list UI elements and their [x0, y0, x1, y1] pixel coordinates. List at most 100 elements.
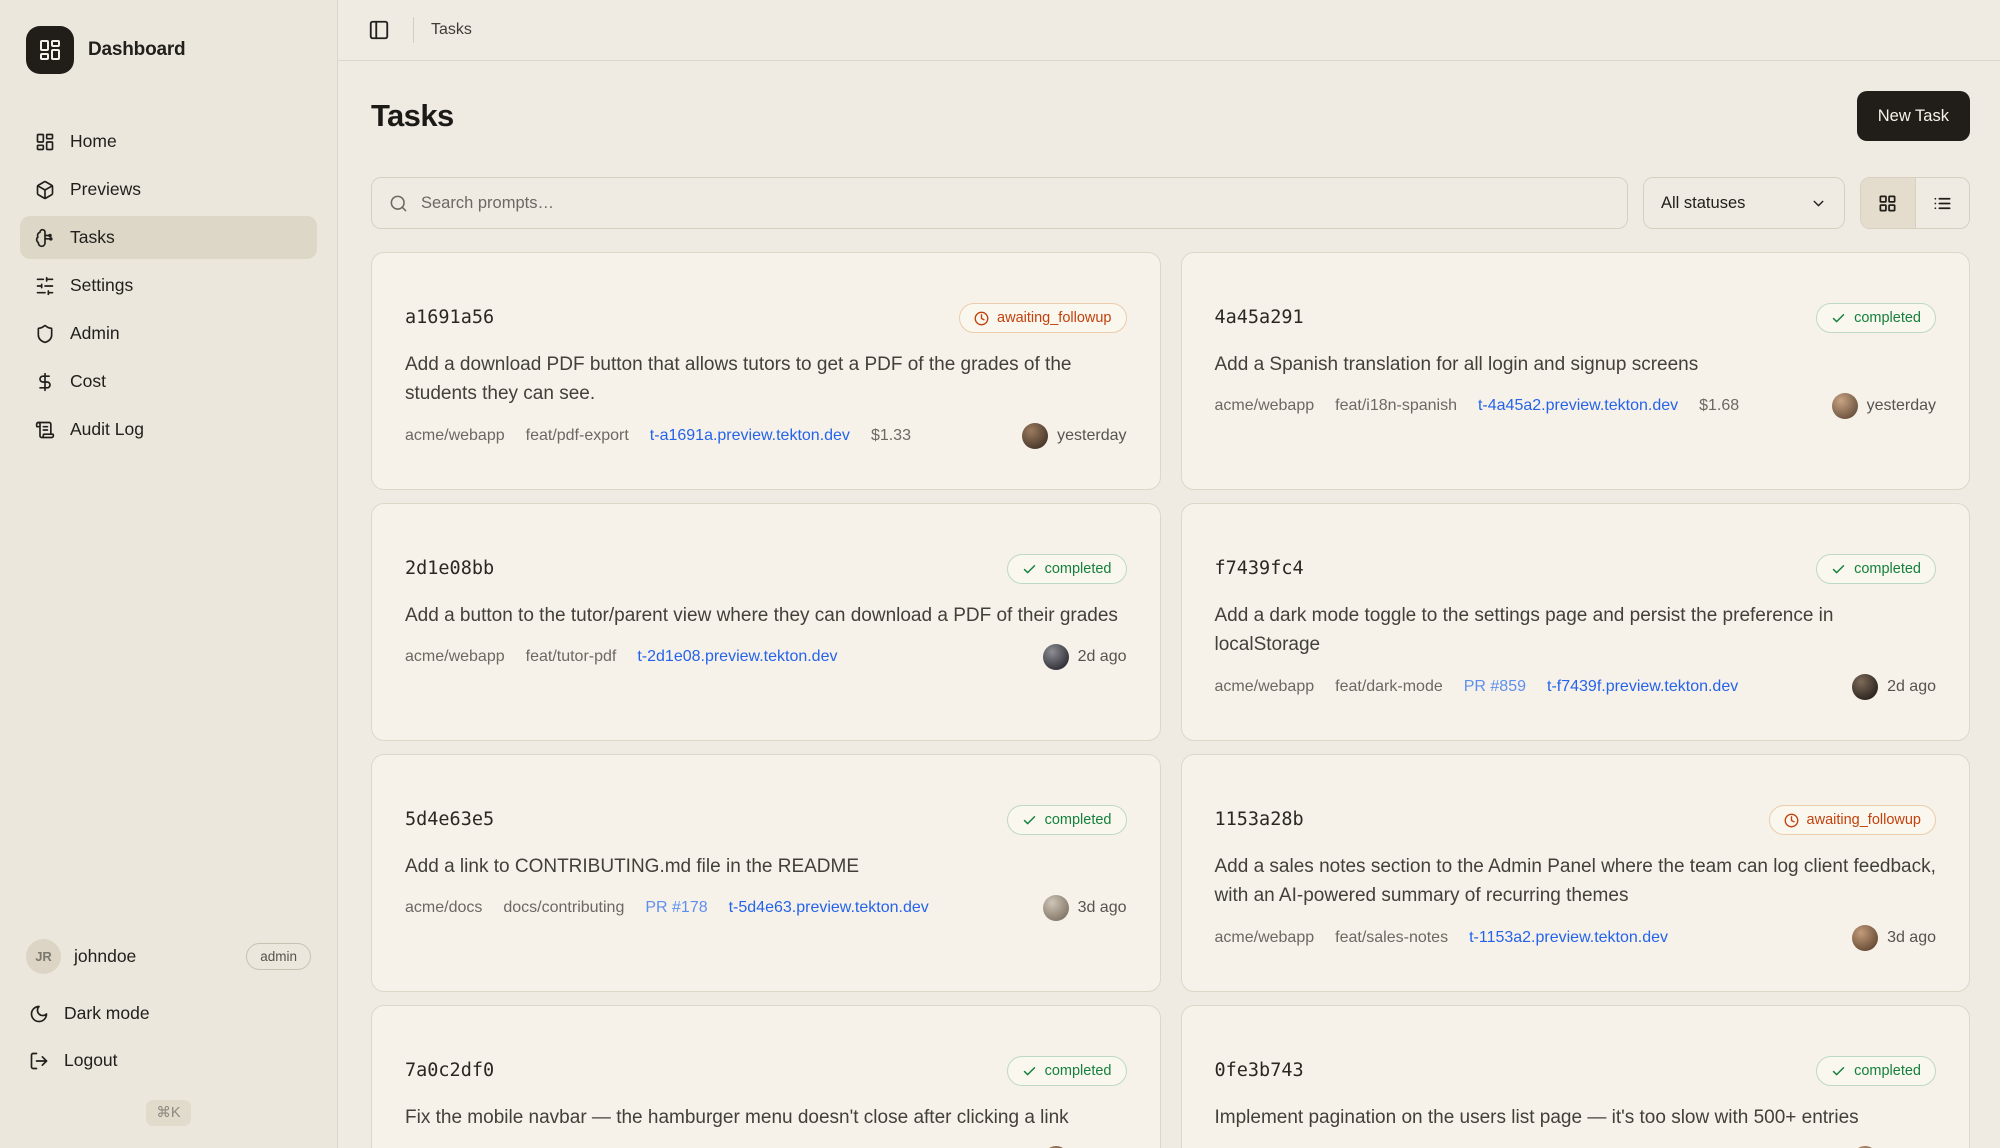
status-filter-select[interactable]: All statuses	[1643, 177, 1845, 229]
task-id: 1153a28b	[1215, 809, 1304, 830]
task-card[interactable]: 1153a28b awaiting_followup Add a sales n…	[1181, 754, 1971, 992]
brand-name: Dashboard	[88, 39, 185, 61]
check-icon	[1831, 311, 1846, 326]
task-description: Add a Spanish translation for all login …	[1215, 350, 1937, 379]
task-id: 5d4e63e5	[405, 809, 494, 830]
list-view-button[interactable]	[1915, 178, 1970, 228]
brand: Dashboard	[20, 26, 317, 74]
clock-icon	[1784, 813, 1799, 828]
sidebar-item-label: Admin	[70, 323, 120, 344]
pr-link[interactable]: PR #859	[1464, 678, 1526, 696]
task-description: Implement pagination on the users list p…	[1215, 1103, 1937, 1132]
logout-button[interactable]: Logout	[20, 1039, 317, 1082]
task-card[interactable]: 5d4e63e5 completed Add a link to CONTRIB…	[371, 754, 1161, 992]
avatar	[1043, 644, 1069, 670]
task-cost: $1.33	[871, 427, 911, 445]
check-icon	[1022, 1064, 1037, 1079]
pr-link[interactable]: PR #178	[645, 899, 707, 917]
status-badge: completed	[1007, 554, 1127, 584]
brain-circuit-icon	[35, 228, 55, 248]
status-badge: awaiting_followup	[959, 303, 1126, 333]
task-id: 0fe3b743	[1215, 1060, 1304, 1081]
grid-view-icon	[1878, 194, 1897, 213]
logout-label: Logout	[64, 1050, 118, 1071]
status-label: completed	[1045, 561, 1112, 577]
repo-name: acme/webapp	[1215, 397, 1315, 415]
task-card-header: 2d1e08bb completed	[405, 558, 1127, 584]
sidebar-toggle-button[interactable]	[362, 13, 396, 47]
task-card[interactable]: 2d1e08bb completed Add a button to the t…	[371, 503, 1161, 741]
preview-link[interactable]: t-f7439f.preview.tekton.dev	[1547, 678, 1738, 696]
task-card[interactable]: f7439fc4 completed Add a dark mode toggl…	[1181, 503, 1971, 741]
task-description: Add a button to the tutor/parent view wh…	[405, 601, 1127, 630]
panel-left-icon	[368, 19, 390, 41]
task-id: 2d1e08bb	[405, 558, 494, 579]
status-label: completed	[1854, 310, 1921, 326]
repo-name: acme/webapp	[1215, 929, 1315, 947]
preview-link[interactable]: t-5d4e63.preview.tekton.dev	[729, 899, 929, 917]
task-description: Add a sales notes section to the Admin P…	[1215, 852, 1937, 911]
task-card[interactable]: 0fe3b743 completed Implement pagination …	[1181, 1005, 1971, 1148]
content: Tasks New Task All statuses	[338, 61, 2000, 1148]
repo-name: acme/webapp	[405, 427, 505, 445]
sidebar-item-tasks[interactable]: Tasks	[20, 216, 317, 259]
status-badge: completed	[1007, 805, 1127, 835]
task-card-header: 0fe3b743 completed	[1215, 1060, 1937, 1086]
status-label: completed	[1854, 561, 1921, 577]
dark-mode-toggle[interactable]: Dark mode	[20, 992, 317, 1035]
chevron-down-icon	[1810, 195, 1827, 212]
task-card[interactable]: 7a0c2df0 completed Fix the mobile navbar…	[371, 1005, 1161, 1148]
task-meta: acme/webapp feat/sales-notes t-1153a2.pr…	[1215, 925, 1937, 951]
status-badge: completed	[1007, 1056, 1127, 1086]
task-cost: $1.68	[1699, 397, 1739, 415]
preview-link[interactable]: t-4a45a2.preview.tekton.dev	[1478, 397, 1678, 415]
sliders-icon	[35, 276, 55, 296]
topbar: Tasks	[338, 0, 2000, 61]
task-card[interactable]: a1691a56 awaiting_followup Add a downloa…	[371, 252, 1161, 490]
user-row[interactable]: JR johndoe admin	[20, 931, 317, 988]
command-k-shortcut: ⌘K	[146, 1100, 190, 1126]
preview-link[interactable]: t-1153a2.preview.tekton.dev	[1469, 929, 1668, 947]
logout-icon	[29, 1051, 49, 1071]
sidebar: Dashboard Home Previews Tasks Settings A…	[0, 0, 338, 1148]
repo-name: acme/webapp	[1215, 678, 1315, 696]
sidebar-item-label: Audit Log	[70, 419, 144, 440]
view-toggle-group	[1860, 177, 1970, 229]
task-meta-right: yesterday	[1832, 393, 1936, 419]
task-id: 4a45a291	[1215, 307, 1304, 328]
grid-view-button[interactable]	[1861, 178, 1915, 228]
sidebar-item-admin[interactable]: Admin	[20, 312, 317, 355]
task-card-header: 5d4e63e5 completed	[405, 809, 1127, 835]
preview-link[interactable]: t-a1691a.preview.tekton.dev	[650, 427, 850, 445]
sidebar-item-previews[interactable]: Previews	[20, 168, 317, 211]
sidebar-item-settings[interactable]: Settings	[20, 264, 317, 307]
status-label: awaiting_followup	[1807, 812, 1921, 828]
dashboard-logo-icon	[38, 38, 62, 62]
task-card-header: 1153a28b awaiting_followup	[1215, 809, 1937, 835]
search-input[interactable]	[421, 194, 1610, 213]
sidebar-item-home[interactable]: Home	[20, 120, 317, 163]
dark-mode-label: Dark mode	[64, 1003, 150, 1024]
sidebar-item-cost[interactable]: Cost	[20, 360, 317, 403]
task-grid: a1691a56 awaiting_followup Add a downloa…	[371, 252, 1970, 1148]
sidebar-item-audit-log[interactable]: Audit Log	[20, 408, 317, 451]
search-icon	[389, 194, 408, 213]
task-meta-right: 2d ago	[1043, 644, 1127, 670]
branch-name: docs/contributing	[503, 899, 624, 917]
avatar	[1832, 393, 1858, 419]
moon-icon	[29, 1004, 49, 1024]
check-icon	[1022, 813, 1037, 828]
branch-name: feat/sales-notes	[1335, 929, 1448, 947]
task-meta-right: 2d ago	[1852, 674, 1936, 700]
new-task-button[interactable]: New Task	[1857, 91, 1970, 141]
sidebar-item-label: Tasks	[70, 227, 115, 248]
task-card[interactable]: 4a45a291 completed Add a Spanish transla…	[1181, 252, 1971, 490]
avatar	[1852, 674, 1878, 700]
task-time: yesterday	[1057, 427, 1126, 445]
sidebar-item-label: Settings	[70, 275, 133, 296]
preview-link[interactable]: t-2d1e08.preview.tekton.dev	[637, 648, 837, 666]
avatar	[1022, 423, 1048, 449]
status-badge: completed	[1816, 303, 1936, 333]
search-box[interactable]	[371, 177, 1628, 229]
task-time: 3d ago	[1078, 899, 1127, 917]
